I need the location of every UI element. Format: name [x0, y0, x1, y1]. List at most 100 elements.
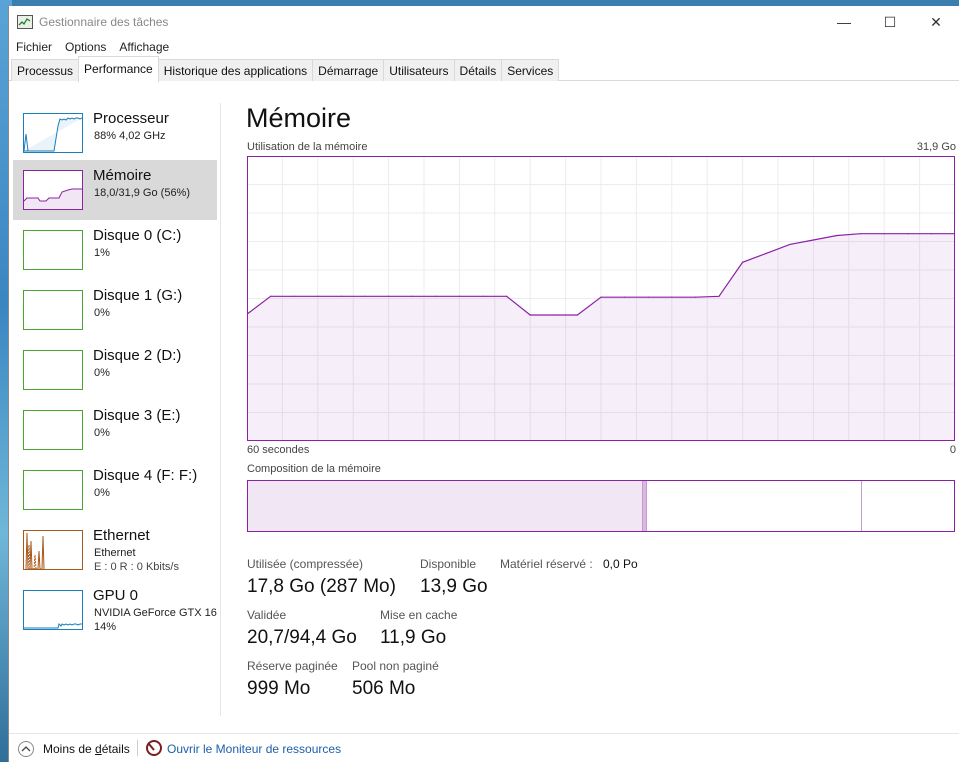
cached-value: 11,9 Go: [380, 627, 447, 648]
disk-2-usage-text: 0%: [94, 367, 110, 379]
disk-3-title: Disque 3 (E:): [93, 407, 181, 424]
memory-title: Mémoire: [93, 167, 152, 184]
tab-bar: Processus Performance Historique des app…: [9, 56, 959, 82]
used-value: 17,8 Go (287 Mo): [247, 576, 396, 597]
composition-segment: [646, 481, 862, 531]
sidebar-item-disk-0[interactable]: Disque 0 (C:) 1%: [13, 220, 217, 280]
memory-usage-point: [340, 295, 342, 297]
menu-view[interactable]: Affichage: [118, 38, 175, 58]
disk-4-usage-text: 0%: [94, 487, 110, 499]
memory-usage-point: [860, 233, 862, 235]
composition-label: Composition de la mémoire: [247, 463, 381, 475]
memory-usage-point: [671, 296, 673, 298]
cpu-graph-icon: [23, 113, 83, 153]
hardware-reserved-value: 0,0 Po: [603, 557, 638, 571]
window-title: Gestionnaire des tâches: [39, 15, 169, 29]
sidebar-item-gpu[interactable]: GPU 0 NVIDIA GeForce GTX 1660 14%: [13, 580, 217, 640]
menu-file[interactable]: Fichier: [15, 38, 58, 58]
cpu-usage-text: 88% 4,02 GHz: [94, 130, 166, 142]
memory-usage-point: [907, 233, 909, 235]
disk-graph-icon: [23, 230, 83, 270]
memory-usage-point: [529, 314, 531, 316]
fewer-details-button[interactable]: Moins de détails: [43, 742, 130, 756]
memory-detail-panel: Mémoire Utilisation de la mémoire 31,9 G…: [246, 103, 959, 719]
hardware-reserved-label: Matériel réservé :: [500, 557, 593, 571]
sidebar-item-disk-3[interactable]: Disque 3 (E:) 0%: [13, 400, 217, 460]
task-manager-icon: [17, 15, 33, 29]
disk-3-usage-text: 0%: [94, 427, 110, 439]
memory-usage-point: [270, 295, 272, 297]
gpu-graph-icon: [23, 590, 83, 630]
tab-processes[interactable]: Processus: [11, 59, 80, 81]
disk-1-title: Disque 1 (G:): [93, 287, 183, 304]
sidebar-item-disk-4[interactable]: Disque 4 (F: F:) 0%: [13, 460, 217, 520]
disk-graph-icon: [23, 410, 83, 450]
gpu-usage-text: 14%: [94, 621, 117, 633]
task-manager-window: Gestionnaire des tâches — ☐ ✕ Fichier Op…: [8, 6, 959, 762]
chevron-up-icon[interactable]: [18, 741, 34, 757]
cached-label: Mise en cache: [380, 608, 458, 622]
memory-usage-chart: [247, 156, 955, 441]
disk-graph-icon: [23, 470, 83, 510]
memory-usage-point: [647, 296, 649, 298]
memory-usage-point: [694, 296, 696, 298]
memory-usage-point: [742, 261, 744, 263]
ethernet-adapter-name: Ethernet: [94, 547, 136, 559]
memory-usage-point: [883, 233, 885, 235]
committed-value: 20,7/94,4 Go: [247, 627, 357, 648]
tab-performance[interactable]: Performance: [78, 56, 159, 82]
used-label: Utilisée (compressée): [247, 557, 364, 571]
disk-2-title: Disque 2 (D:): [93, 347, 182, 364]
nonpaged-pool-value: 506 Mo: [352, 678, 416, 699]
sidebar-item-ethernet[interactable]: Ethernet Ethernet E : 0 R : 0 Kbits/s: [13, 520, 217, 580]
time-axis-left: 60 secondes: [247, 444, 310, 456]
memory-usage-point: [765, 252, 767, 254]
ethernet-title: Ethernet: [93, 527, 150, 544]
memory-usage-point: [293, 295, 295, 297]
sidebar-divider: [220, 103, 221, 716]
tab-app-history[interactable]: Historique des applications: [157, 59, 314, 81]
disk-0-title: Disque 0 (C:): [93, 227, 182, 244]
memory-usage-point: [600, 296, 602, 298]
tab-details[interactable]: Détails: [453, 59, 503, 81]
gpu-title: GPU 0: [93, 587, 139, 604]
sidebar-item-cpu[interactable]: Processeur 88% 4,02 GHz: [13, 103, 217, 163]
cpu-title: Processeur: [93, 110, 169, 127]
resource-sidebar: Processeur 88% 4,02 GHz Mémoire 18,0/31,…: [9, 103, 221, 719]
memory-usage-point: [317, 295, 319, 297]
menu-options[interactable]: Options: [64, 38, 112, 58]
disk-4-title: Disque 4 (F: F:): [93, 467, 198, 484]
memory-usage-point: [836, 234, 838, 237]
composition-segment: [861, 481, 954, 531]
available-label: Disponible: [420, 557, 477, 571]
minimize-button[interactable]: —: [821, 6, 867, 38]
memory-usage-point: [789, 243, 791, 246]
maximize-button[interactable]: ☐: [867, 6, 913, 38]
ethernet-throughput: E : 0 R : 0 Kbits/s: [94, 561, 179, 573]
memory-usage-point: [718, 295, 720, 297]
footer-bar: Moins de détails Ouvrir le Moniteur de r…: [9, 733, 959, 762]
disk-1-usage-text: 0%: [94, 307, 110, 319]
network-graph-icon: [23, 530, 83, 570]
title-bar[interactable]: Gestionnaire des tâches — ☐ ✕: [9, 6, 959, 38]
sidebar-item-disk-2[interactable]: Disque 2 (D:) 0%: [13, 340, 217, 400]
page-title: Mémoire: [246, 103, 352, 133]
paged-pool-label: Réserve paginée: [247, 659, 338, 673]
memory-usage-point: [458, 295, 460, 297]
memory-usage-point: [364, 295, 366, 297]
tab-users[interactable]: Utilisateurs: [383, 59, 455, 81]
tab-services[interactable]: Services: [501, 59, 560, 81]
memory-usage-point: [506, 295, 508, 297]
sidebar-item-memory[interactable]: Mémoire 18,0/31,9 Go (56%): [13, 160, 217, 220]
memory-usage-point: [435, 295, 437, 297]
memory-usage-point: [812, 239, 815, 241]
memory-usage-point: [482, 295, 484, 297]
close-button[interactable]: ✕: [913, 6, 959, 38]
memory-usage-point: [624, 296, 626, 298]
open-resource-monitor-link[interactable]: Ouvrir le Moniteur de ressources: [167, 742, 341, 756]
time-axis-right: 0: [949, 444, 956, 456]
tab-startup[interactable]: Démarrage: [312, 59, 385, 81]
footer-separator: [137, 740, 138, 756]
sidebar-item-disk-1[interactable]: Disque 1 (G:) 0%: [13, 280, 217, 340]
resource-monitor-icon: [146, 740, 162, 756]
